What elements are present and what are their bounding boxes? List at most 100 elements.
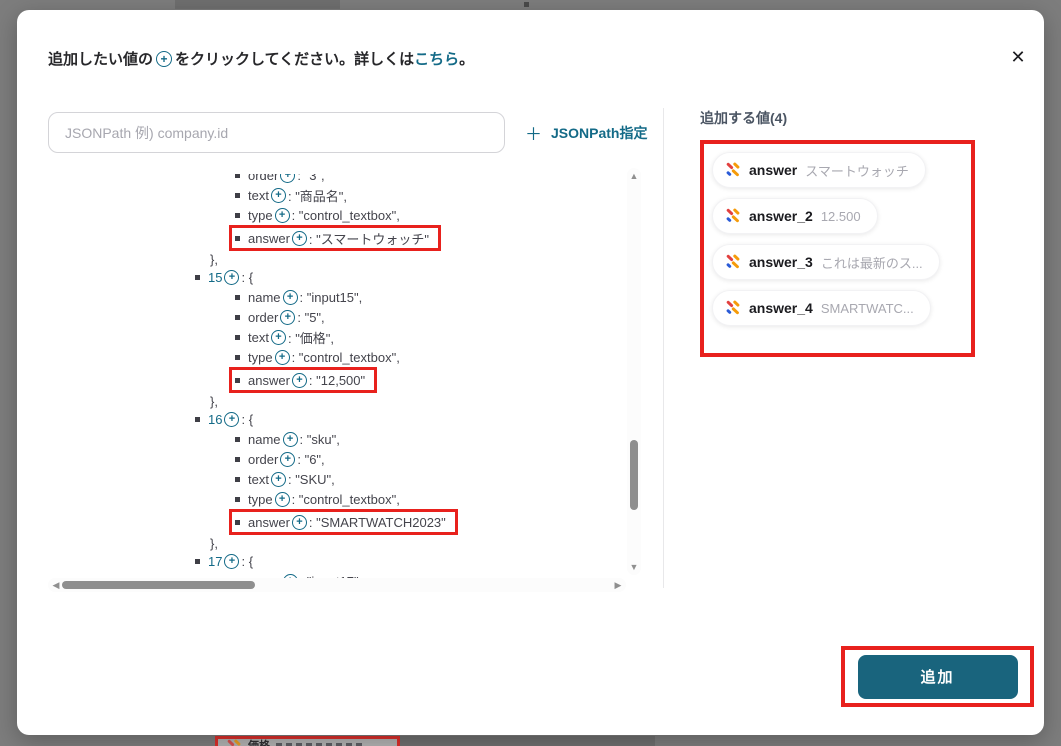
bullet-icon: [235, 235, 240, 241]
tree-key: text: [248, 187, 269, 203]
value-pill[interactable]: answer_2 12.500: [712, 198, 878, 234]
horizontal-scrollbar[interactable]: ◀ ▶: [48, 578, 626, 592]
bullet-icon: [235, 294, 240, 300]
horizontal-scrollbar-thumb[interactable]: [62, 581, 255, 589]
background-highlighted-item: 価格: [215, 736, 400, 746]
tree-value: : "input15",: [299, 289, 363, 305]
tree-row: answer +: "スマートウォッチ": [48, 225, 626, 251]
variable-icon-slot: [226, 739, 242, 746]
bullet-icon: [235, 456, 240, 462]
dimmed-background-mark: [524, 2, 529, 7]
tree-key: order: [248, 309, 279, 325]
add-value-icon[interactable]: +: [280, 309, 296, 325]
add-value-icon[interactable]: +: [270, 329, 286, 345]
bullet-icon: [235, 314, 240, 320]
add-value-icon[interactable]: +: [274, 349, 290, 365]
tree-key: order: [248, 451, 279, 467]
dimmed-background-block: [400, 736, 655, 746]
value-pill[interactable]: answer_4 SMARTWATC...: [712, 290, 931, 326]
tree-row: order +: "5",: [48, 307, 626, 327]
details-link[interactable]: こちら: [414, 48, 459, 69]
variable-icon: [726, 254, 740, 269]
tree-row: },: [48, 251, 626, 268]
add-value-icon[interactable]: +: [291, 230, 307, 246]
bullet-icon: [235, 377, 240, 383]
tree-key: answer: [248, 514, 290, 530]
annotation-box-tree-row: answer +: "SMARTWATCH2023": [229, 509, 458, 535]
tree-key: 16: [208, 412, 223, 427]
tree-key: order: [248, 174, 279, 183]
annotation-box-add-button: 追加: [841, 646, 1034, 707]
bullet-icon: [235, 496, 240, 502]
tree-row: name +: "sku",: [48, 429, 626, 449]
tree-key: text: [248, 471, 269, 487]
add-value-icon[interactable]: +: [282, 431, 298, 447]
tree-value: : "価格",: [287, 330, 335, 346]
bullet-icon: [235, 192, 240, 198]
tree-row: order +: "3",: [48, 174, 626, 185]
add-value-icon[interactable]: +: [291, 514, 307, 530]
add-value-icon[interactable]: +: [224, 270, 240, 285]
annotation-box-tree-row: answer +: "スマートウォッチ": [229, 225, 441, 251]
add-value-icon[interactable]: +: [270, 187, 286, 203]
add-value-icon[interactable]: +: [282, 289, 298, 305]
tree-row: },: [48, 535, 626, 552]
tree-row: type +: "control_textbox",: [48, 205, 626, 225]
tree-key: 17: [208, 554, 223, 569]
add-value-icon[interactable]: +: [224, 554, 240, 569]
tree-key: answer: [248, 372, 290, 388]
title-text: 。: [459, 51, 475, 68]
vertical-scrollbar-thumb[interactable]: [630, 440, 638, 510]
bullet-icon: [235, 476, 240, 482]
tree-row: order +: "6",: [48, 449, 626, 469]
tree-value: : "5",: [297, 309, 325, 325]
tree-key: type: [248, 207, 273, 223]
tree-key: type: [248, 349, 273, 365]
add-value-icon[interactable]: +: [280, 174, 296, 183]
tree-value: : "12,500": [308, 372, 366, 388]
scroll-down-icon[interactable]: ▼: [627, 561, 641, 573]
jsonpath-specify-button[interactable]: ＋ JSONPath指定: [525, 112, 647, 153]
tree-key: name: [248, 289, 281, 305]
value-pill[interactable]: answer_3 これは最新のス...: [712, 244, 940, 280]
variable-icon: [726, 208, 740, 223]
pill-value: スマートウォッチ: [805, 163, 909, 179]
pill-value: 12.500: [820, 208, 861, 224]
close-brace: },: [210, 252, 218, 267]
bullet-icon: [235, 436, 240, 442]
add-value-icon[interactable]: +: [274, 207, 290, 223]
add-value-icon[interactable]: +: [274, 491, 290, 507]
pill-value: SMARTWATC...: [820, 300, 914, 316]
add-value-icon[interactable]: +: [270, 471, 286, 487]
vertical-scrollbar[interactable]: ▲ ▼: [627, 168, 641, 575]
add-value-icon[interactable]: +: [280, 451, 296, 467]
close-icon[interactable]: ✕: [1005, 44, 1031, 70]
tree-key: name: [248, 431, 281, 447]
pill-label: answer_4: [749, 300, 813, 316]
scroll-right-icon[interactable]: ▶: [611, 578, 625, 592]
pill-label: answer_3: [749, 254, 813, 270]
variable-icon: [227, 739, 241, 746]
tree-row: name+: "input17": [48, 571, 626, 578]
tree-key: 15: [208, 270, 223, 285]
scroll-up-icon[interactable]: ▲: [627, 170, 641, 182]
values-panel-title: 追加する値(4): [700, 110, 788, 126]
bullet-icon: [235, 519, 240, 525]
background-item-label: 価格: [248, 740, 270, 746]
title-text: をクリックしてください。詳しくは: [175, 51, 415, 68]
add-button[interactable]: 追加: [857, 654, 1018, 699]
tree-value: : "sku",: [299, 431, 340, 447]
tree-value: : "スマートウォッチ": [308, 231, 429, 247]
value-pill[interactable]: answer スマートウォッチ: [712, 152, 926, 188]
bullet-icon: [235, 212, 240, 218]
scroll-left-icon[interactable]: ◀: [49, 578, 63, 592]
tree-value: : "SKU",: [287, 471, 335, 487]
plus-icon: ＋: [525, 125, 542, 144]
tree-row: type +: "control_textbox",: [48, 347, 626, 367]
jsonpath-search-input[interactable]: [48, 112, 505, 153]
add-value-icon[interactable]: +: [291, 372, 307, 388]
tree-value: : "商品名",: [287, 188, 348, 204]
dialog-title: 追加したい値の + をクリックしてください。詳しくは こちら 。: [48, 48, 474, 69]
add-value-icon[interactable]: +: [224, 412, 240, 427]
tree-key: answer: [248, 230, 290, 246]
